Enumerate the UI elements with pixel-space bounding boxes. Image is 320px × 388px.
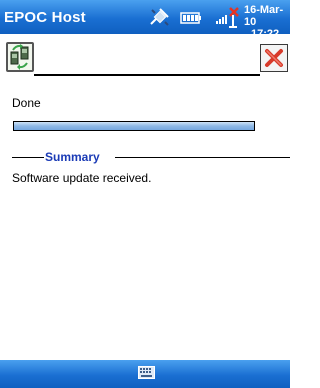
connectivity-icon[interactable] <box>148 6 172 28</box>
summary-text: Software update received. <box>12 171 152 185</box>
sync-icon <box>10 44 29 70</box>
close-button[interactable] <box>260 44 288 72</box>
bottom-bar <box>0 360 290 388</box>
sync-button[interactable] <box>6 42 34 72</box>
progress-fill <box>14 122 254 130</box>
summary-divider-left <box>12 157 44 158</box>
summary-title: Summary <box>45 150 100 164</box>
tab-divider <box>34 74 260 76</box>
toolbar <box>0 34 290 80</box>
status-icons <box>148 6 201 28</box>
close-x-icon <box>265 49 283 67</box>
status-text: Done <box>12 96 41 110</box>
date-text: 16-Mar-10 <box>244 4 284 28</box>
progress-bar <box>13 121 255 131</box>
app-title: EPOC Host <box>4 9 86 26</box>
summary-divider-right <box>115 157 290 158</box>
signal-icon[interactable] <box>215 3 241 29</box>
summary-header: Summary <box>12 150 290 164</box>
title-bar: EPOC Host 16-Mar-10 17:22 <box>0 0 290 40</box>
keyboard-icon[interactable] <box>138 366 155 379</box>
battery-icon[interactable] <box>180 12 202 24</box>
